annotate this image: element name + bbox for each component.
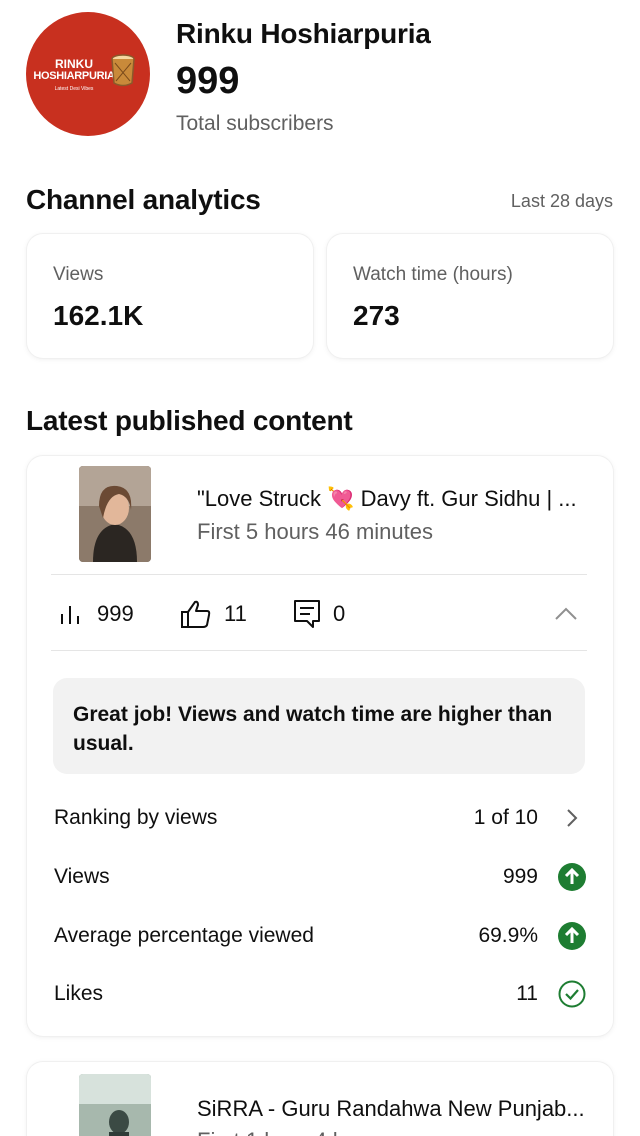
video-title[interactable]: "Love Struck 💘 Davy ft. Gur Sidhu | ... (197, 486, 589, 512)
scene-thumbnail-image (79, 1074, 151, 1136)
video-card-2: SiRRA - Guru Randahwa New Punjab... Firs… (27, 1062, 613, 1136)
performance-banner: Great job! Views and watch time are high… (53, 678, 585, 774)
video-period: First 1 hour 4 h... (197, 1128, 363, 1136)
check-circle-icon (558, 980, 586, 1008)
video-period: First 5 hours 46 minutes (197, 519, 433, 544)
channel-avatar[interactable]: RINKU HOSHIARPURIA Latest Desi Vibes (26, 12, 150, 136)
metric-label: Watch time (hours) (353, 264, 513, 285)
row-label: Likes (54, 982, 104, 1005)
latest-video-card: "Love Struck 💘 Davy ft. Gur Sidhu | ... … (27, 456, 613, 1036)
video-thumbnail-2[interactable] (79, 1074, 151, 1136)
subscriber-label: Total subscribers (176, 112, 334, 135)
bar-chart-icon (61, 606, 79, 624)
thumbs-up-icon (181, 600, 211, 628)
row-value: 69.9% (478, 924, 538, 947)
likes-stat: 11 (180, 599, 247, 629)
row-value: 1 of 10 (473, 806, 538, 829)
views-stat: 999 (59, 599, 134, 629)
metric-value: 273 (353, 300, 400, 331)
subscriber-count: 999 (176, 60, 240, 102)
analytics-period: Last 28 days (510, 191, 613, 211)
comments-stat: 0 (293, 599, 345, 629)
analytics-title: Channel analytics (26, 184, 261, 215)
views-metric-card[interactable]: Views 162.1K (27, 234, 313, 358)
avatar-logo-text: RINKU HOSHIARPURIA Latest Desi Vibes (33, 57, 115, 92)
person-thumbnail-image (79, 466, 151, 562)
comment-icon (294, 600, 320, 628)
row-label: Views (54, 865, 110, 888)
channel-name: Rinku Hoshiarpuria (176, 18, 431, 49)
collapse-button[interactable] (549, 599, 583, 629)
watch-time-metric-card[interactable]: Watch time (hours) 273 (327, 234, 613, 358)
chevron-up-icon (555, 607, 577, 620)
arrow-up-circle-icon (558, 863, 586, 891)
arrow-up-circle-icon (558, 922, 586, 950)
ranking-row[interactable]: Ranking by views 1 of 10 (54, 798, 586, 838)
metric-value: 162.1K (53, 300, 144, 331)
row-value: 999 (502, 865, 538, 888)
chevron-right-icon (558, 804, 586, 832)
metric-label: Views (53, 264, 104, 285)
heart-emoji-icon: 💘 (327, 486, 355, 511)
divider (51, 650, 587, 651)
likes-row: Likes 11 (54, 974, 586, 1014)
divider (51, 574, 587, 575)
video-title[interactable]: SiRRA - Guru Randahwa New Punjab... (197, 1096, 589, 1122)
latest-content-title: Latest published content (26, 405, 353, 436)
row-value: 11 (516, 982, 538, 1005)
channel-header: RINKU HOSHIARPURIA Latest Desi Vibes Rin… (26, 12, 616, 142)
avg-percentage-row: Average percentage viewed 69.9% (54, 916, 586, 956)
dhol-drum-icon (111, 54, 135, 87)
row-label: Average percentage viewed (54, 924, 314, 947)
video-thumbnail[interactable] (79, 466, 151, 562)
row-label: Ranking by views (54, 806, 218, 829)
views-row: Views 999 (54, 857, 586, 897)
